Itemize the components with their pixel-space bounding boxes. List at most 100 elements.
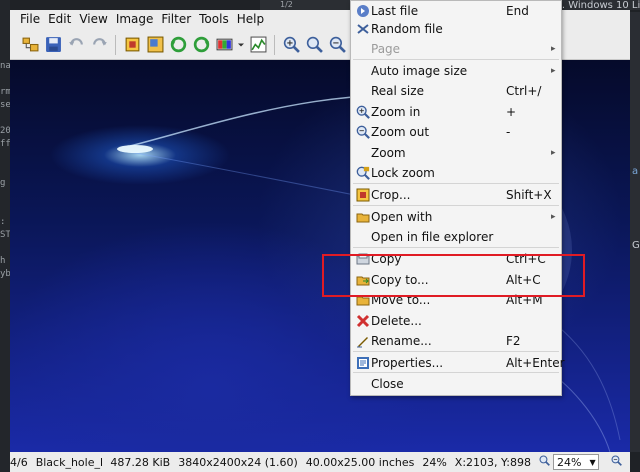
submenu-arrow-icon: ▸ <box>551 148 556 158</box>
undo-icon[interactable] <box>66 35 86 55</box>
submenu-arrow-icon: ▸ <box>551 44 556 54</box>
histogram-icon[interactable] <box>248 35 268 55</box>
menu-item-shortcut: - <box>506 125 511 139</box>
background-terminal-line <box>0 151 10 164</box>
open-with-icon <box>356 210 370 224</box>
menu-item-last-file[interactable]: Last file End <box>351 1 561 21</box>
background-terminal-line: rm <box>0 87 10 97</box>
menu-item-label: Zoom out <box>371 125 430 139</box>
background-terminal-line <box>0 73 10 86</box>
menu-item-random-file[interactable]: Random file <box>351 19 561 39</box>
menu-help[interactable]: Help <box>233 12 268 26</box>
menu-item-label: Page <box>371 42 401 56</box>
background-terminal-line <box>0 203 10 216</box>
crop-icon[interactable] <box>122 35 142 55</box>
menu-item-label: Delete... <box>371 314 422 328</box>
status-zoom-out-icon[interactable] <box>611 455 622 469</box>
background-terminal-line: h <box>0 256 6 266</box>
menu-item-zoom[interactable]: Zoom ▸ <box>351 143 561 163</box>
dropdown-icon[interactable] <box>237 35 245 55</box>
background-terminal: na rm se 20 ff g: ST h yb <box>0 60 10 290</box>
menu-item-label: Open in file explorer <box>371 230 494 244</box>
menu-item-shortcut: Ctrl+/ <box>506 84 542 98</box>
crop-icon <box>356 188 370 202</box>
menu-item-delete[interactable]: Delete... <box>351 311 561 331</box>
status-dimensions: 3840x2400x24 (1.60) <box>178 455 298 469</box>
menu-item-label: Auto image size <box>371 64 468 78</box>
color-icon[interactable] <box>214 35 234 55</box>
last-file-icon <box>356 4 370 18</box>
menu-view[interactable]: View <box>75 12 111 26</box>
background-terminal-line: 20 <box>0 126 10 136</box>
menu-item-lock-zoom[interactable]: Lock zoom <box>351 163 561 183</box>
status-zoom-icon <box>539 455 550 469</box>
menu-item-label: Lock zoom <box>371 166 435 180</box>
menu-filter[interactable]: Filter <box>157 12 195 26</box>
save-icon[interactable] <box>43 35 63 55</box>
background-terminal-line <box>0 164 10 177</box>
menu-item-open-with[interactable]: Open with ▸ <box>351 207 561 227</box>
resize-icon[interactable] <box>145 35 165 55</box>
background-right-letter: a <box>632 166 639 177</box>
status-filesize: 487.28 KiB <box>110 455 171 469</box>
highlight-box <box>322 254 585 297</box>
status-zoom-percent: 24% <box>422 455 447 469</box>
background-terminal-line: na <box>0 61 10 71</box>
menu-separator <box>353 351 559 352</box>
menu-item-crop[interactable]: Crop... Shift+X <box>351 185 561 205</box>
menu-separator <box>353 59 559 60</box>
background-terminal-line: ff <box>0 139 10 149</box>
submenu-arrow-icon: ▸ <box>551 212 556 222</box>
background-right-letter-g: G <box>632 240 640 251</box>
menu-item-label: Random file <box>371 22 443 36</box>
menu-item-close[interactable]: Close <box>351 374 561 394</box>
menu-item-shortcut: Shift+X <box>506 188 552 202</box>
delete-icon <box>356 314 370 328</box>
background-terminal-line: se <box>0 100 10 110</box>
menu-item-properties[interactable]: Properties... Alt+Enter <box>351 353 565 373</box>
background-terminal-line: : <box>0 217 6 227</box>
status-physical-size: 40.00x25.00 inches <box>305 455 415 469</box>
browse-icon[interactable] <box>20 35 40 55</box>
menu-item-zoom-out[interactable]: Zoom out - <box>351 122 561 142</box>
zoom-fit-icon[interactable] <box>304 35 324 55</box>
zoom-select-value: 24% <box>557 455 582 469</box>
menu-separator <box>353 372 559 373</box>
background-terminal-line: yb <box>0 269 10 279</box>
menu-item-page[interactable]: Page ▸ <box>351 39 561 59</box>
status-index: 4/6 <box>10 455 28 469</box>
rotate-left-icon[interactable] <box>168 35 188 55</box>
menu-item-label: Zoom <box>371 146 406 160</box>
menu-image[interactable]: Image <box>112 12 158 26</box>
chevron-down-icon: ▼ <box>589 457 596 467</box>
zoom-in-icon[interactable] <box>281 35 301 55</box>
context-menu: Last file End Random file Page ▸ Auto image s… <box>350 0 565 396</box>
status-bar: 4/6 Black_hole_by_Marek_Koteluk 487.28 K… <box>10 452 630 472</box>
menu-item-rename[interactable]: Rename... F2 <box>351 331 561 351</box>
zoom-out-icon[interactable] <box>327 35 347 55</box>
menu-item-open-in-file-explorer[interactable]: Open in file explorer <box>351 227 561 247</box>
status-filename: Black_hole_by_Marek_Koteluk <box>35 455 103 469</box>
menu-file[interactable]: File <box>16 12 44 26</box>
menu-item-label: Close <box>371 377 404 391</box>
background-terminal-line <box>0 242 10 255</box>
menu-item-label: Real size <box>371 84 424 98</box>
zoom-select[interactable]: 24% ▼ <box>553 454 599 470</box>
menu-item-real-size[interactable]: Real size Ctrl+/ <box>351 81 561 101</box>
random-file-icon <box>356 22 370 36</box>
background-terminal-line <box>0 112 10 125</box>
menu-item-auto-image-size[interactable]: Auto image size ▸ <box>351 61 561 81</box>
menu-item-shortcut: + <box>506 105 517 119</box>
submenu-arrow-icon: ▸ <box>551 66 556 76</box>
menu-item-zoom-in[interactable]: Zoom in + <box>351 102 561 122</box>
redo-icon[interactable] <box>89 35 109 55</box>
background-terminal-line: ST <box>0 230 10 240</box>
menu-item-shortcut: End <box>506 4 529 18</box>
background-terminal-line: g <box>0 178 6 188</box>
lock-zoom-icon <box>356 166 370 180</box>
rotate-right-icon[interactable] <box>191 35 211 55</box>
menu-tools[interactable]: Tools <box>195 12 233 26</box>
screen: narmse20ffg:SThyb 1/2 thviewmp-w10-... W… <box>0 0 640 472</box>
menu-edit[interactable]: Edit <box>44 12 75 26</box>
background-page-counter: 1/2 <box>280 0 293 9</box>
